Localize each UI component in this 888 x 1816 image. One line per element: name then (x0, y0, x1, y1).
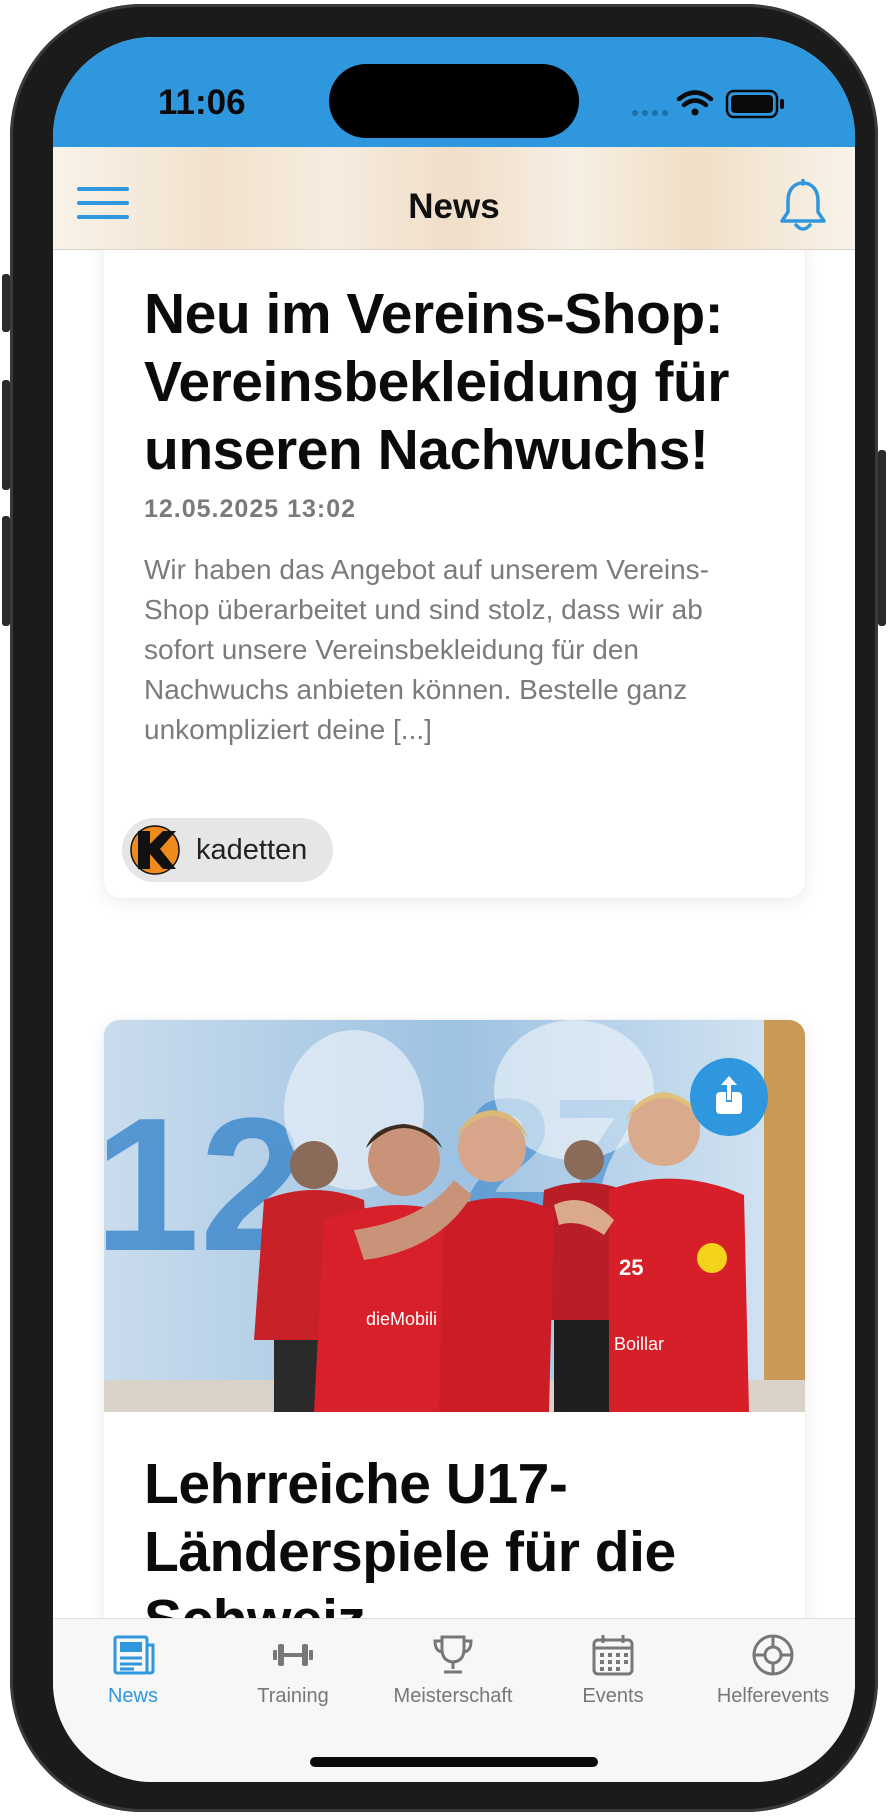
wifi-icon (676, 90, 714, 116)
team-tag-chip[interactable]: kadetten (122, 818, 334, 882)
status-bar: 11:06 (53, 37, 855, 147)
tab-meisterschaft[interactable]: Meisterschaft (373, 1619, 533, 1719)
notification-bell-icon[interactable] (777, 179, 829, 235)
lifebuoy-icon (752, 1634, 794, 1676)
screen: 11:06 News Neu im Vereins-Shop: Vereinsb… (53, 37, 855, 1782)
tab-label: Meisterschaft (393, 1685, 513, 1707)
article-date: 12.05.2025 13:02 (144, 495, 357, 523)
newspaper-icon (113, 1635, 155, 1675)
tab-news[interactable]: News (53, 1619, 213, 1719)
page-title: News (408, 187, 500, 226)
news-feed[interactable]: Neu im Vereins-Shop: Vereinsbekleidung f… (53, 250, 855, 1652)
article-excerpt: Wir haben das Angebot auf unserem Verein… (144, 554, 710, 745)
calendar-icon (592, 1635, 634, 1676)
dynamic-island (329, 64, 579, 138)
share-button[interactable] (690, 1058, 768, 1136)
home-indicator[interactable] (310, 1757, 598, 1767)
svg-text:dieMobili: dieMobili (366, 1309, 437, 1329)
power-button (878, 450, 886, 626)
mute-switch (2, 274, 10, 332)
tab-events[interactable]: Events (533, 1619, 693, 1719)
battery-icon (725, 89, 784, 119)
tab-label: Events (582, 1685, 644, 1707)
volume-down-button (2, 516, 10, 626)
tab-label: News (107, 1685, 158, 1707)
trophy-icon (433, 1635, 473, 1674)
share-icon (716, 1076, 742, 1114)
svg-text:25: 25 (619, 1255, 643, 1280)
navigation-bar: News (53, 147, 855, 250)
svg-text:Boillar: Boillar (614, 1334, 664, 1354)
status-icons (632, 89, 784, 119)
dumbbell-icon (273, 1644, 313, 1666)
phone-frame: 11:06 News Neu im Vereins-Shop: Vereinsb… (2, 4, 886, 1812)
tab-helferevents[interactable]: Helferevents (693, 1619, 853, 1719)
tab-label: Training (257, 1685, 329, 1707)
cellular-signal-icon (632, 110, 668, 116)
team-tag-label: kadetten (196, 833, 308, 866)
article-title: Neu im Vereins-Shop: Vereinsbekleidung f… (144, 282, 730, 482)
news-card[interactable]: Neu im Vereins-Shop: Vereinsbekleidung f… (104, 250, 805, 898)
news-card[interactable]: 12 27 dieMobili (104, 1020, 805, 1652)
tab-training[interactable]: Training (213, 1619, 373, 1719)
kadetten-logo-icon (130, 825, 180, 875)
status-time: 11:06 (158, 83, 246, 122)
tab-label: Helferevents (716, 1685, 830, 1707)
volume-up-button (2, 380, 10, 490)
